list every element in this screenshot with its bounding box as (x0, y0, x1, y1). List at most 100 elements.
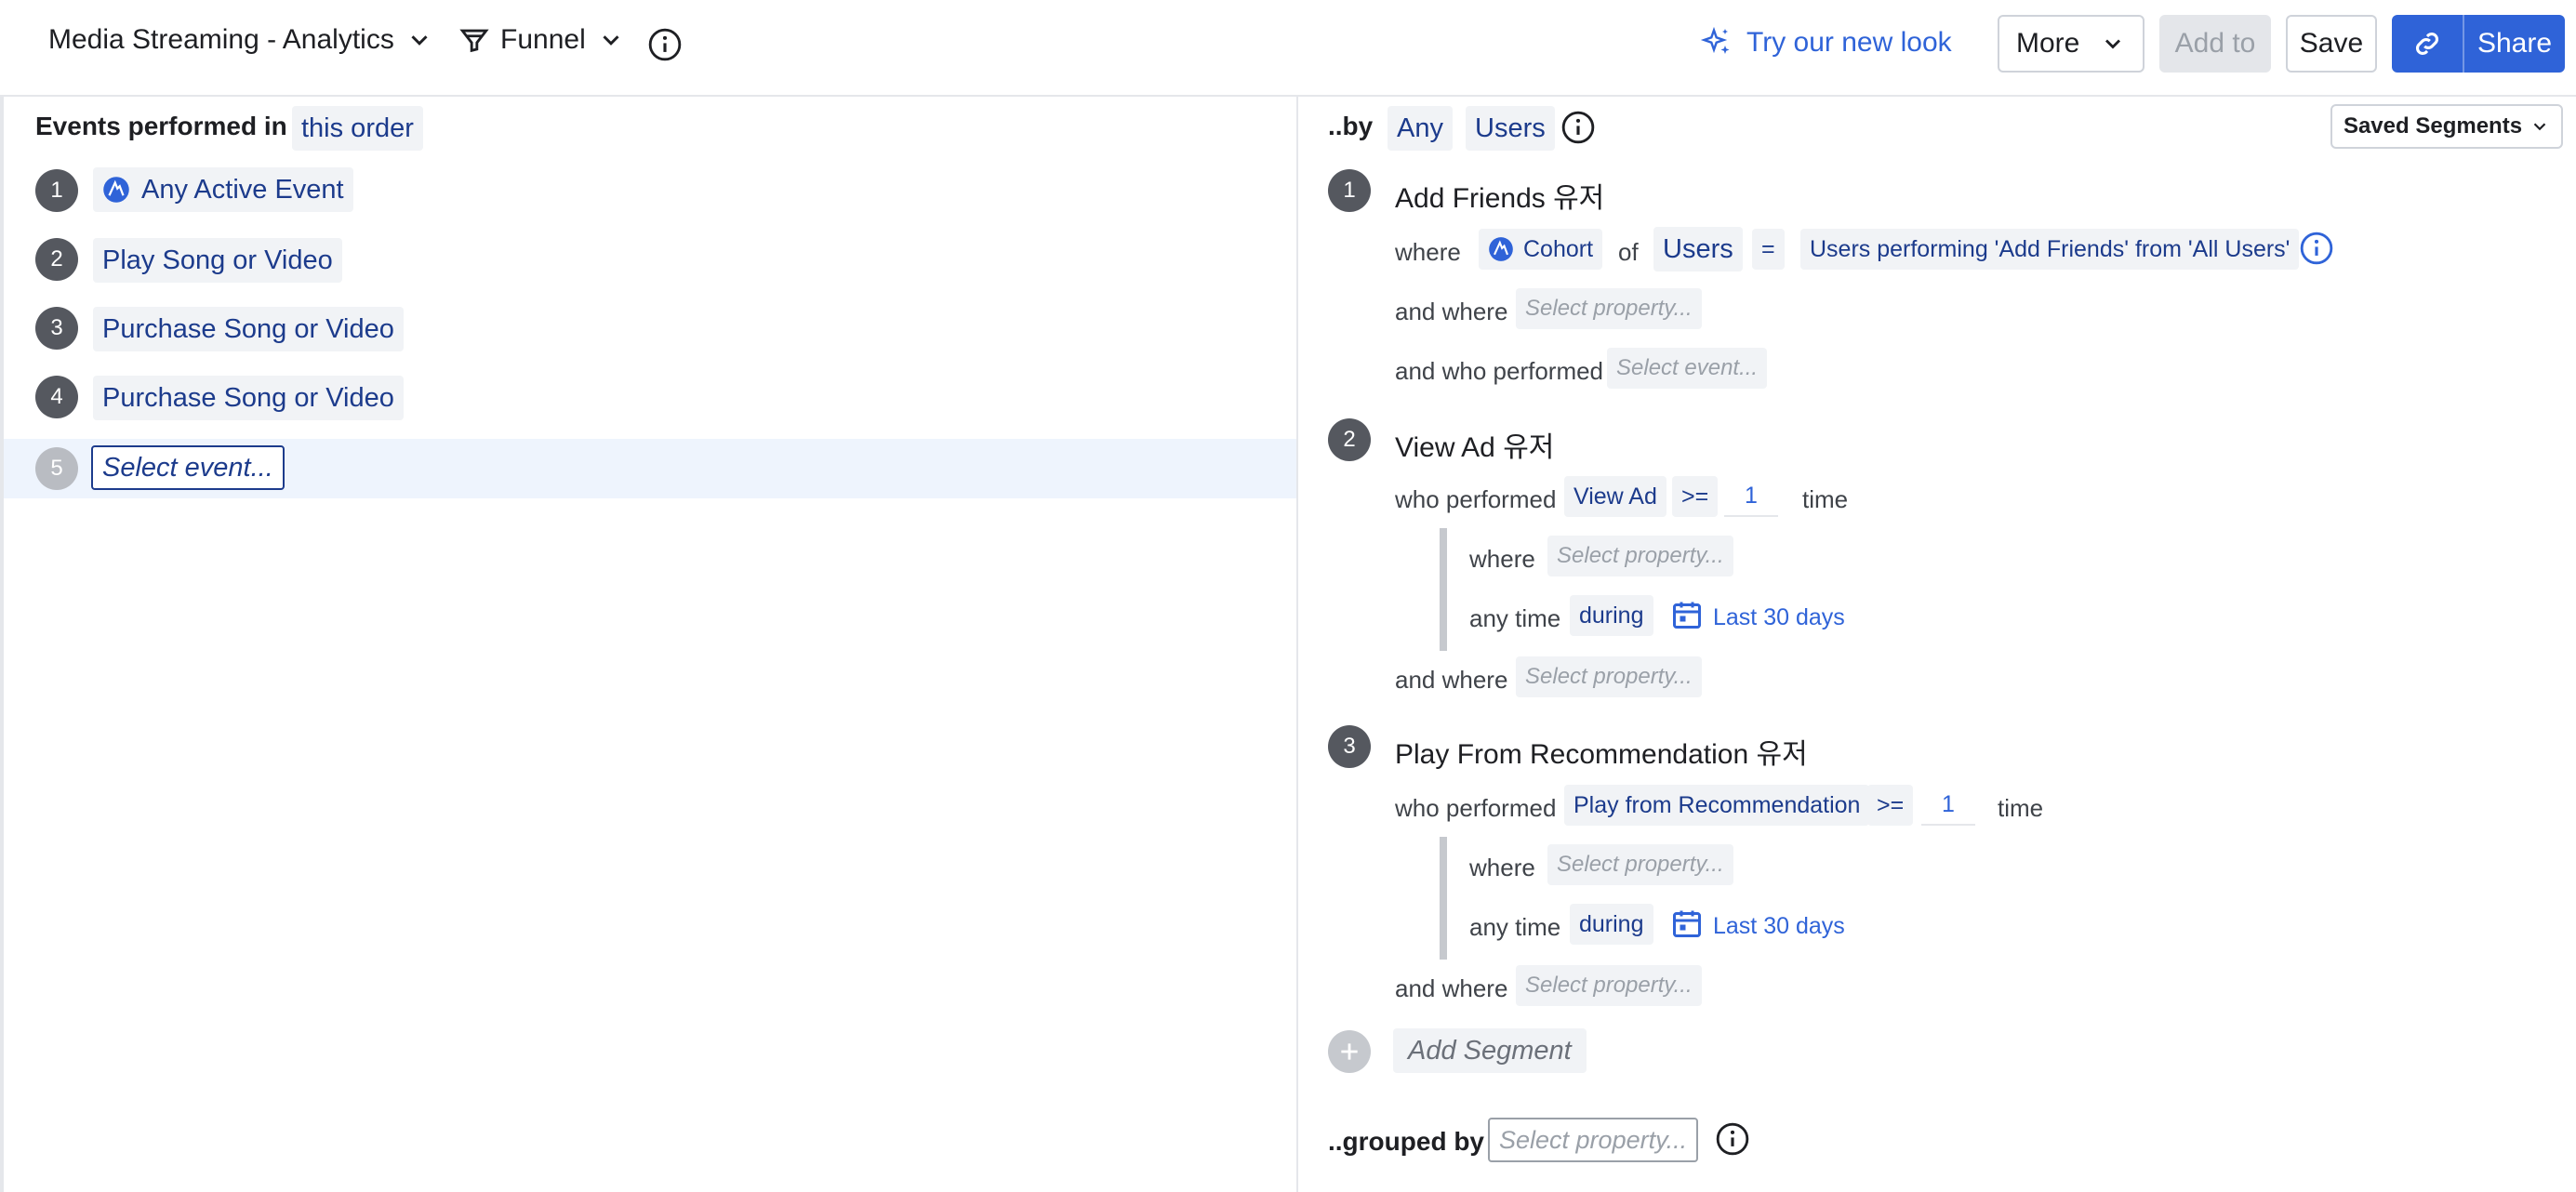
count-input[interactable]: 1 (1921, 785, 1975, 826)
share-group: Share (2392, 15, 2565, 73)
save-button[interactable]: Save (2286, 15, 2377, 73)
share-button[interactable]: Share (2464, 28, 2565, 60)
event-step-number: 1 (35, 169, 78, 212)
info-icon[interactable] (1560, 110, 1596, 145)
copy-link-button[interactable] (2392, 15, 2464, 73)
segment-number: 1 (1328, 169, 1371, 212)
order-selector[interactable]: this order (292, 106, 423, 151)
during-selector[interactable]: during (1570, 595, 1653, 636)
project-selector[interactable]: Media Streaming - Analytics (48, 24, 433, 56)
event-step-number: 4 (35, 376, 78, 418)
more-label: More (2016, 28, 2080, 59)
events-heading: Events performed in (35, 112, 287, 140)
performed-event-selector[interactable]: View Ad (1564, 476, 1666, 517)
share-label: Share (2476, 28, 2553, 59)
saved-segments-button[interactable]: Saved Segments (2330, 104, 2563, 149)
amplitude-icon (103, 177, 129, 203)
users-selector[interactable]: Users (1466, 106, 1555, 151)
cohort-label: Cohort (1523, 235, 1594, 262)
and-where-label: and where (1395, 298, 1508, 325)
any-time-label: any time (1469, 604, 1561, 632)
segment-title[interactable]: Play From Recommendation 유저 (1395, 731, 1808, 772)
calendar-icon[interactable] (1670, 597, 1704, 632)
time-label: time (1998, 794, 2044, 822)
plus-icon (1341, 1043, 1358, 1060)
count-input[interactable]: 1 (1724, 476, 1778, 517)
select-property-input[interactable]: Select property... (1516, 965, 1702, 1006)
cohort-users-selector[interactable]: Users (1653, 227, 1743, 272)
nested-condition-bar (1440, 837, 1447, 960)
event-item-play-song[interactable]: Play Song or Video (93, 238, 342, 283)
add-to-button[interactable]: Add to (2159, 15, 2271, 73)
count-operator-selector[interactable]: >= (1672, 476, 1719, 517)
funnel-icon (459, 29, 489, 53)
more-button[interactable]: More (1998, 15, 2144, 73)
add-segment-plus[interactable] (1328, 1030, 1371, 1073)
of-label: of (1618, 238, 1639, 266)
who-performed-label: who performed (1395, 485, 1557, 513)
event-step-number: 2 (35, 238, 78, 281)
where-label: where (1469, 545, 1535, 573)
event-item-purchase-song-2[interactable]: Purchase Song or Video (93, 376, 404, 420)
select-event-input[interactable]: Select event... (1607, 348, 1768, 389)
top-bar: Media Streaming - Analytics Funnel Try o… (0, 0, 2576, 97)
event-item-any-active[interactable]: Any Active Event (93, 167, 353, 212)
event-step-number: 3 (35, 307, 78, 350)
event-item-purchase-song[interactable]: Purchase Song or Video (93, 307, 404, 351)
segment-number: 2 (1328, 418, 1371, 461)
performed-event-selector[interactable]: Play from Recommendation (1564, 785, 1870, 826)
segment-title[interactable]: Add Friends 유저 (1395, 175, 1604, 216)
chevron-down-icon (603, 35, 619, 46)
grouped-by-input[interactable]: Select property... (1488, 1118, 1699, 1162)
chevron-down-icon (2105, 39, 2120, 49)
count-operator-selector[interactable]: >= (1867, 785, 1914, 826)
saved-segments-label: Saved Segments (2343, 113, 2523, 139)
segment-title[interactable]: View Ad 유저 (1395, 424, 1554, 465)
events-panel: Events performed in this order 1 Any Act… (0, 97, 1296, 1192)
event-step-number: 5 (35, 447, 78, 490)
chart-type-label: Funnel (500, 24, 586, 55)
segment-number: 3 (1328, 725, 1371, 768)
date-range-link[interactable]: Last 30 days (1713, 913, 1845, 940)
amplitude-icon (1489, 237, 1513, 261)
info-icon[interactable] (1715, 1121, 1750, 1157)
select-property-input[interactable]: Select property... (1516, 656, 1702, 697)
chevron-down-icon (2533, 123, 2546, 131)
sparkle-icon (1700, 26, 1730, 54)
nested-condition-bar (1440, 528, 1447, 651)
info-icon[interactable] (647, 27, 683, 62)
cohort-selector[interactable]: Cohort (1479, 229, 1603, 270)
try-new-look-link[interactable]: Try our new look (1700, 26, 1952, 60)
any-selector[interactable]: Any (1388, 106, 1453, 151)
chart-type-selector[interactable]: Funnel (458, 24, 625, 56)
time-label: time (1802, 485, 1849, 513)
operator-selector[interactable]: = (1752, 229, 1785, 270)
select-property-input[interactable]: Select property... (1547, 844, 1733, 885)
segments-panel: ..by Any Users Saved Segments 1 Add Frie… (1298, 97, 2576, 1192)
and-where-label: and where (1395, 974, 1508, 1002)
date-range-link[interactable]: Last 30 days (1713, 604, 1845, 631)
event-label: Any Active Event (141, 174, 344, 205)
any-time-label: any time (1469, 913, 1561, 941)
and-who-performed-label: and who performed (1395, 357, 1604, 385)
segments-by-label: ..by (1328, 112, 1374, 140)
where-label: where (1395, 238, 1461, 266)
try-new-look-label: Try our new look (1746, 27, 1952, 58)
and-where-label: and where (1395, 666, 1508, 694)
who-performed-label: who performed (1395, 794, 1557, 822)
calendar-icon[interactable] (1670, 906, 1704, 941)
save-label: Save (2299, 28, 2364, 59)
chevron-down-icon (411, 35, 428, 46)
select-property-input[interactable]: Select property... (1516, 288, 1702, 329)
during-selector[interactable]: during (1570, 904, 1653, 945)
info-icon[interactable] (2299, 231, 2334, 266)
project-name: Media Streaming - Analytics (48, 24, 394, 55)
grouped-by-label: ..grouped by (1328, 1127, 1484, 1156)
add-to-label: Add to (2174, 28, 2256, 59)
cohort-value-selector[interactable]: Users performing 'Add Friends' from 'All… (1800, 229, 2300, 270)
link-icon (2415, 32, 2439, 56)
select-property-input[interactable]: Select property... (1547, 536, 1733, 576)
select-event-input[interactable]: Select event... (91, 445, 285, 490)
add-segment-button[interactable]: Add Segment (1393, 1028, 1587, 1073)
where-label: where (1469, 854, 1535, 881)
